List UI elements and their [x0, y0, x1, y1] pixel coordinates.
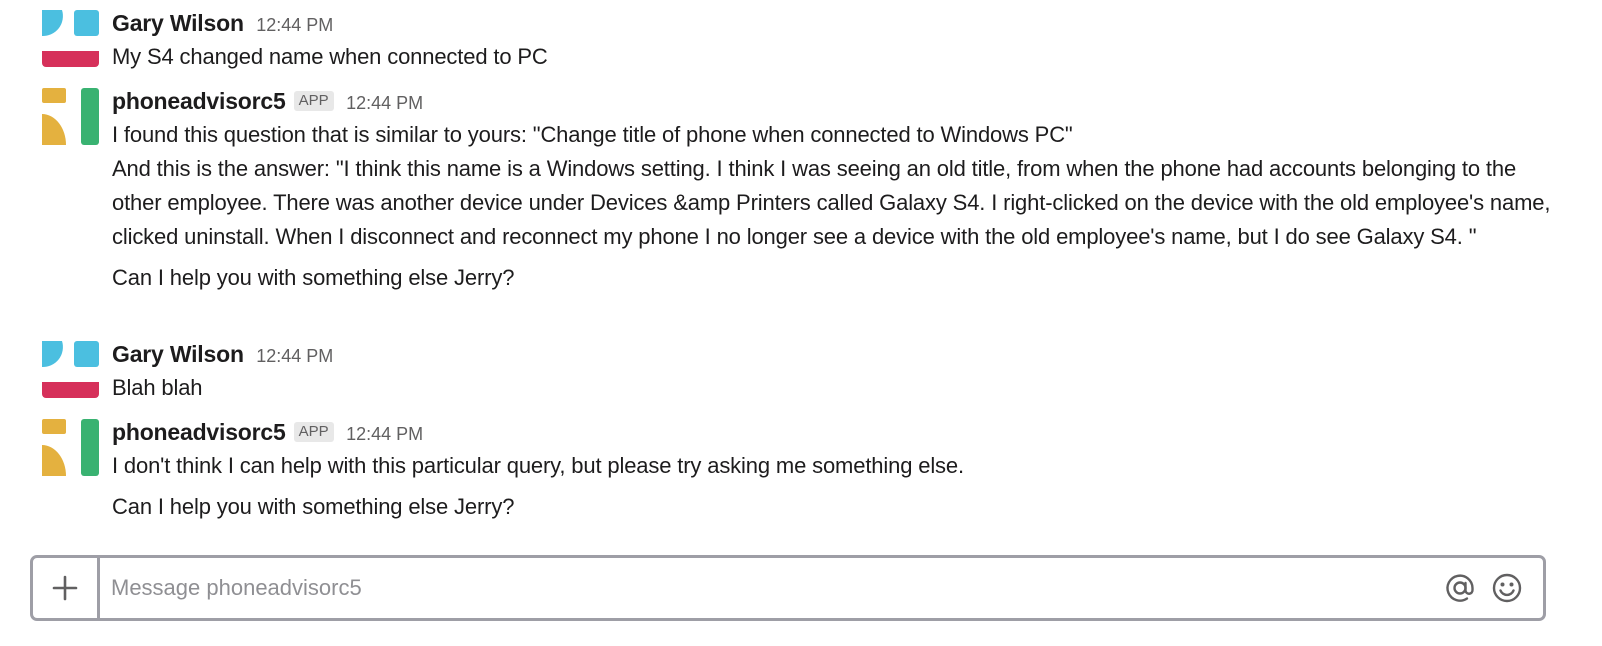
message-list: Gary Wilson 12:44 PM My S4 changed name …	[0, 0, 1602, 556]
app-avatar-shapes-icon	[42, 88, 99, 145]
at-sign-icon	[1446, 574, 1474, 602]
smiley-face-icon	[1492, 573, 1522, 603]
message-timestamp[interactable]: 12:44 PM	[256, 15, 333, 35]
attach-button[interactable]	[33, 558, 100, 618]
user-avatar[interactable]	[42, 341, 99, 398]
message-timestamp[interactable]: 12:44 PM	[346, 93, 423, 113]
message-input[interactable]	[111, 558, 1431, 618]
message-header: phoneadvisorc5 APP 12:44 PM	[112, 415, 1562, 449]
app-avatar[interactable]	[42, 88, 99, 145]
message-header: Gary Wilson 12:44 PM	[112, 6, 1562, 40]
user-avatar[interactable]	[42, 10, 99, 67]
emoji-button[interactable]	[1490, 571, 1524, 605]
author-name[interactable]: phoneadvisorc5	[112, 88, 286, 114]
author-name[interactable]: phoneadvisorc5	[112, 419, 286, 445]
app-badge: APP	[293, 91, 334, 111]
plus-icon	[52, 575, 78, 601]
app-avatar[interactable]	[42, 419, 99, 476]
message-composer	[30, 555, 1546, 621]
avatar-shapes-icon	[42, 10, 99, 67]
message-text: And this is the answer: "I think this na…	[112, 156, 1551, 249]
message-content: phoneadvisorc5 APP 12:44 PM I found this …	[112, 84, 1562, 295]
app-badge: APP	[293, 422, 334, 442]
message-header: Gary Wilson 12:44 PM	[112, 337, 1562, 371]
message-text: Blah blah	[112, 375, 203, 400]
app-avatar-shapes-icon	[42, 419, 99, 476]
author-name[interactable]: Gary Wilson	[112, 10, 244, 36]
message-text: Can I help you with something else Jerry…	[112, 265, 515, 290]
message-text: I don't think I can help with this parti…	[112, 453, 964, 478]
message-text: Can I help you with something else Jerry…	[112, 494, 515, 519]
message-text: I found this question that is similar to…	[112, 122, 1073, 147]
message-timestamp[interactable]: 12:44 PM	[346, 424, 423, 444]
message-content: phoneadvisorc5 APP 12:44 PM I don't think…	[112, 415, 1562, 524]
message-header: phoneadvisorc5 APP 12:44 PM	[112, 84, 1562, 118]
message-content: Gary Wilson 12:44 PM Blah blah	[112, 337, 1562, 405]
avatar-shapes-icon	[42, 341, 99, 398]
author-name[interactable]: Gary Wilson	[112, 341, 244, 367]
mention-button[interactable]	[1443, 571, 1477, 605]
message-content: Gary Wilson 12:44 PM My S4 changed name …	[112, 6, 1562, 74]
message-text: My S4 changed name when connected to PC	[112, 44, 548, 69]
message-timestamp[interactable]: 12:44 PM	[256, 346, 333, 366]
